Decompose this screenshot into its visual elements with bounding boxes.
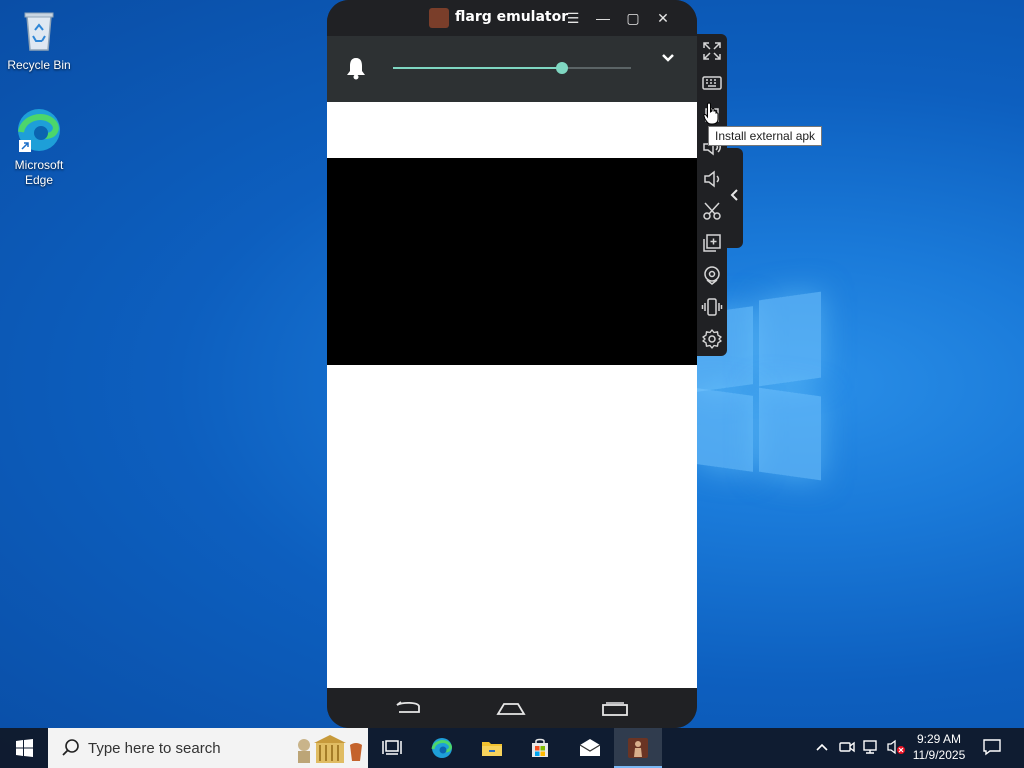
- volume-slider-knob[interactable]: [556, 62, 568, 74]
- video-area[interactable]: [327, 158, 697, 365]
- chevron-down-icon[interactable]: [661, 50, 675, 66]
- mail-icon: [579, 739, 601, 756]
- emulator-logo-icon: [429, 8, 449, 28]
- recycle-bin-icon: [15, 6, 63, 54]
- taskbar-search-box[interactable]: Type here to search: [48, 728, 368, 768]
- emulator-window: flarg emulator ☰ — ▢ ✕: [327, 0, 697, 728]
- keyboard-icon[interactable]: [700, 71, 724, 95]
- taskbar-clock[interactable]: 9:29 AM 11/9/2025: [906, 731, 972, 763]
- edge-icon: [431, 738, 452, 758]
- emulator-notification-bar: [327, 36, 697, 102]
- settings-icon[interactable]: [700, 327, 724, 351]
- taskbar-flarg-emulator-button[interactable]: [614, 728, 662, 768]
- folder-icon: [482, 742, 502, 756]
- minimize-icon[interactable]: —: [591, 6, 615, 30]
- multi-instance-icon[interactable]: [700, 231, 724, 255]
- taskbar-edge-button[interactable]: [418, 728, 466, 768]
- shake-icon[interactable]: [700, 295, 724, 319]
- windows-logo-icon: [16, 739, 33, 757]
- emulator-screen[interactable]: 2: [327, 102, 697, 688]
- close-icon[interactable]: ✕: [651, 6, 675, 30]
- android-recents-icon[interactable]: [600, 701, 630, 722]
- desktop-icon-label: Recycle Bin: [7, 58, 71, 72]
- desktop-icon-label: Microsoft Edge: [14, 158, 64, 187]
- task-view-icon: [382, 740, 402, 755]
- meet-now-icon[interactable]: [838, 739, 856, 758]
- clock-date: 11/9/2025: [912, 748, 966, 762]
- maximize-icon[interactable]: ▢: [621, 6, 645, 30]
- emulator-app-icon: [628, 738, 648, 758]
- volume-slider-fill: [393, 67, 562, 69]
- store-icon: [532, 738, 548, 757]
- volume-down-icon[interactable]: [700, 167, 724, 191]
- clock-time: 9:29 AM: [916, 732, 962, 746]
- desktop-icon-microsoft-edge[interactable]: Microsoft Edge: [1, 106, 77, 188]
- volume-muted-icon[interactable]: [886, 739, 906, 758]
- network-icon[interactable]: [862, 739, 880, 758]
- volume-slider[interactable]: [393, 62, 631, 74]
- edge-icon: [15, 106, 63, 154]
- taskbar-file-explorer-button[interactable]: [468, 728, 516, 768]
- taskbar: Type here to search 9:29 AM 11/9/2025: [0, 728, 1024, 768]
- android-back-icon[interactable]: [393, 700, 423, 721]
- hand-cursor-icon: [703, 101, 721, 131]
- show-hidden-icons-chevron[interactable]: [815, 740, 829, 757]
- emulator-title: flarg emulator: [455, 9, 569, 25]
- location-icon[interactable]: [700, 263, 724, 287]
- search-icon: [60, 737, 82, 759]
- start-button[interactable]: [0, 728, 48, 768]
- screenshot-scissors-icon[interactable]: [700, 199, 724, 223]
- emulator-title-bar[interactable]: flarg emulator ☰ — ▢ ✕: [327, 0, 697, 36]
- notification-center-icon[interactable]: [982, 738, 1002, 759]
- bell-icon[interactable]: [345, 56, 367, 80]
- task-view-button[interactable]: [368, 728, 416, 768]
- side-toolbar: [697, 34, 727, 356]
- desktop-icon-recycle-bin[interactable]: Recycle Bin: [1, 6, 77, 73]
- taskbar-mail-button[interactable]: [566, 728, 614, 768]
- menu-icon[interactable]: ☰: [561, 6, 585, 30]
- tooltip: Install external apk: [708, 126, 823, 146]
- search-highlight-icon: [290, 731, 366, 765]
- side-toolbar-collapse-tab[interactable]: [726, 148, 743, 248]
- android-system-bar: [327, 688, 697, 728]
- chevron-left-icon[interactable]: [729, 188, 739, 207]
- taskbar-store-button[interactable]: [516, 728, 564, 768]
- android-home-icon[interactable]: [496, 701, 526, 722]
- fullscreen-icon[interactable]: [700, 39, 724, 63]
- search-placeholder: Type here to search: [88, 740, 221, 757]
